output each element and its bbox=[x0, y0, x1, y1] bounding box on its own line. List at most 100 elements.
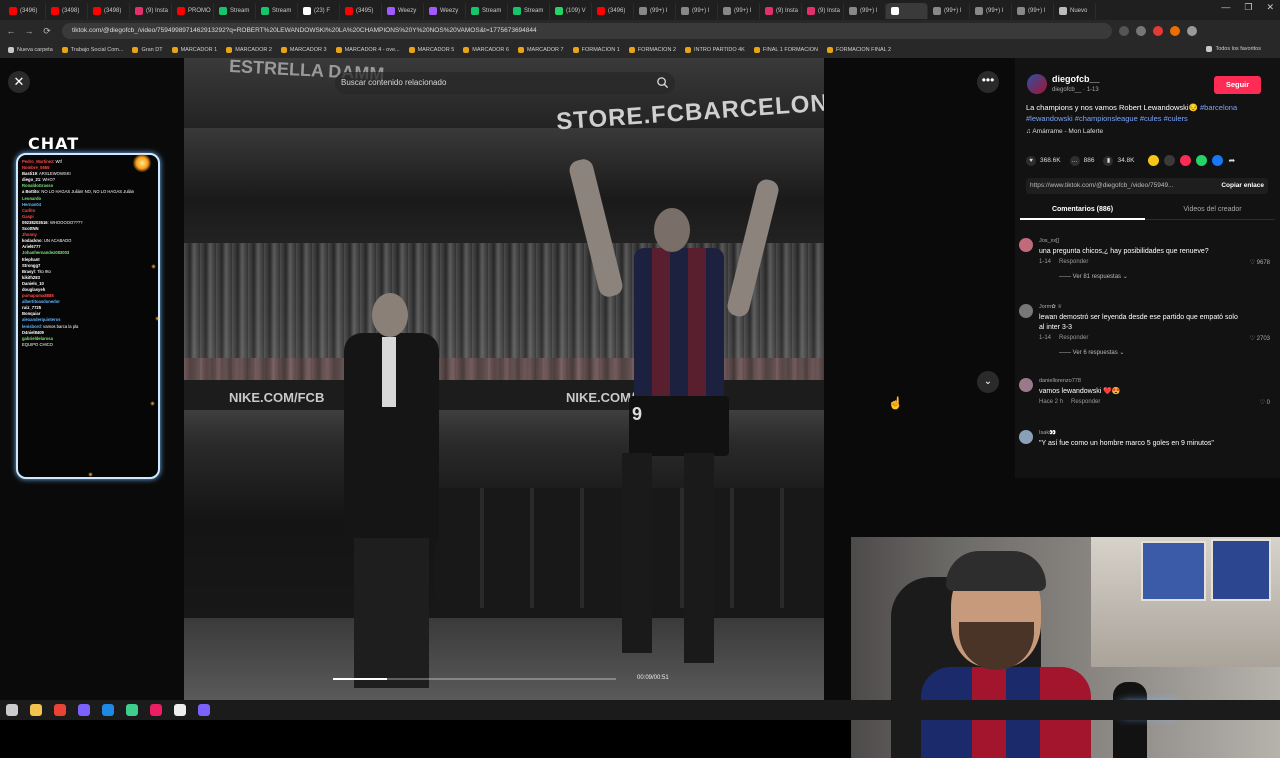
bookmark-item[interactable]: MARCADOR 7 bbox=[517, 47, 564, 53]
browser-tab[interactable] bbox=[886, 3, 928, 19]
comment-like-button[interactable]: ♡ 9678 bbox=[1250, 259, 1270, 266]
bookmark-item[interactable]: MARCADOR 3 bbox=[280, 47, 327, 53]
browser-tab[interactable]: (99+) I bbox=[970, 3, 1012, 19]
bookmark-star-icon[interactable] bbox=[1136, 26, 1146, 36]
bookmark-item[interactable]: Nueva carpeta bbox=[8, 47, 53, 53]
browser-tab[interactable]: Weezy bbox=[382, 3, 424, 19]
browser-tab[interactable]: Stream bbox=[256, 3, 298, 19]
browser-tab[interactable]: (3498) bbox=[46, 3, 88, 19]
bookmark-item[interactable]: MARCADOR 6 bbox=[463, 47, 509, 53]
related-search-input[interactable]: Buscar contenido relacionado bbox=[335, 72, 675, 94]
share-friends-icon[interactable] bbox=[1148, 155, 1160, 166]
whatsapp-icon[interactable] bbox=[1196, 155, 1208, 166]
minimize-icon[interactable]: — bbox=[1221, 2, 1230, 13]
commenter-avatar[interactable] bbox=[1019, 378, 1033, 392]
tab-creator-videos[interactable]: Videos del creador bbox=[1150, 200, 1275, 220]
browser-tab[interactable]: Stream bbox=[508, 3, 550, 19]
reply-button[interactable]: Responder bbox=[1059, 259, 1088, 265]
browser-tab[interactable]: (9) Insta bbox=[760, 3, 802, 19]
browser-tab[interactable]: Weezy bbox=[424, 3, 466, 19]
copy-link-button[interactable]: Copiar enlace bbox=[1221, 178, 1264, 194]
browser-tab[interactable]: (99+) I bbox=[844, 3, 886, 19]
back-icon[interactable]: ← bbox=[4, 26, 18, 36]
embed-icon[interactable] bbox=[1164, 155, 1176, 166]
browser-tab[interactable]: (3498) bbox=[88, 3, 130, 19]
browser-tab[interactable]: (99+) I bbox=[1012, 3, 1054, 19]
forward-icon[interactable]: → bbox=[22, 26, 36, 36]
browser-tab[interactable]: Stream bbox=[214, 3, 256, 19]
browser-tab[interactable]: Nuevo bbox=[1054, 3, 1096, 19]
bookmark-item[interactable]: INTRO PARTIDO 4K bbox=[685, 47, 745, 53]
bookmark-item[interactable]: Trabajo Social Com... bbox=[61, 47, 123, 53]
creator-username[interactable]: diegofcb__ bbox=[1052, 74, 1100, 84]
browser-tab[interactable]: (3496) bbox=[4, 3, 46, 19]
maximize-icon[interactable]: ❐ bbox=[1244, 2, 1252, 13]
commenter-username[interactable]: Isak👀 bbox=[1039, 430, 1056, 436]
taskbar-app-icon[interactable] bbox=[30, 704, 42, 716]
reload-icon[interactable]: ⟳ bbox=[40, 26, 54, 37]
reply-button[interactable]: Responder bbox=[1059, 335, 1088, 341]
taskbar-app-icon[interactable] bbox=[6, 704, 18, 716]
commenter-username[interactable]: Jorm✿ ♕ bbox=[1039, 304, 1062, 310]
browser-tab[interactable]: (9) Insta bbox=[802, 3, 844, 19]
taskbar-app-icon[interactable] bbox=[126, 704, 138, 716]
music-link[interactable]: ♫ Amárrame - Mon Laferte bbox=[1026, 128, 1103, 135]
commenter-avatar[interactable] bbox=[1019, 304, 1033, 318]
extension-icon[interactable] bbox=[1119, 26, 1129, 36]
save-button[interactable]: ▮ 34.8K bbox=[1103, 155, 1134, 166]
taskbar-app-icon[interactable] bbox=[102, 704, 114, 716]
bookmark-item[interactable]: FORMACION 1 bbox=[572, 47, 620, 53]
commenter-username[interactable]: daniellorenzo778 bbox=[1039, 378, 1081, 384]
browser-tab[interactable]: (109) V bbox=[550, 3, 592, 19]
bookmark-item[interactable]: MARCADOR 1 bbox=[171, 47, 217, 53]
browser-tab[interactable]: Stream bbox=[466, 3, 508, 19]
browser-tab[interactable]: (9) Insta bbox=[130, 3, 172, 19]
taskbar-app-icon[interactable] bbox=[54, 704, 66, 716]
comment-button[interactable]: … 886 bbox=[1069, 155, 1094, 166]
address-bar[interactable]: tiktok.com/@diegofcb_/video/759499897146… bbox=[62, 23, 1112, 39]
bookmark-item[interactable]: Gran DT bbox=[132, 47, 163, 53]
taskbar-app-icon[interactable] bbox=[174, 704, 186, 716]
next-video-button[interactable]: ⌄ bbox=[977, 371, 999, 393]
bookmark-item[interactable]: MARCADOR 4 - ove... bbox=[335, 47, 400, 53]
bookmark-item[interactable]: FINAL 1 FORMACION bbox=[753, 47, 818, 53]
video-player[interactable]: ESTRELLA DAMM STORE.FCBARCELONA.COM NIKE… bbox=[184, 58, 824, 700]
commenter-avatar[interactable] bbox=[1019, 430, 1033, 444]
more-options-button[interactable]: ••• bbox=[977, 71, 999, 93]
profile-avatar[interactable] bbox=[1187, 26, 1197, 36]
reply-button[interactable]: Responder bbox=[1071, 399, 1100, 405]
comment-like-button[interactable]: ♡ 2703 bbox=[1250, 335, 1270, 342]
browser-tab[interactable]: (99+) I bbox=[928, 3, 970, 19]
view-replies-button[interactable]: —— Ver 6 respuestas ⌄ bbox=[1059, 349, 1124, 356]
extension-icon[interactable] bbox=[1170, 26, 1180, 36]
browser-tab[interactable]: (23) F bbox=[298, 3, 340, 19]
facebook-icon[interactable] bbox=[1212, 155, 1224, 166]
browser-tab[interactable]: (3496) bbox=[592, 3, 634, 19]
browser-tab[interactable]: (99+) I bbox=[676, 3, 718, 19]
share-arrow-icon[interactable]: ➦ bbox=[1228, 156, 1235, 165]
tab-comments[interactable]: Comentarios (886) bbox=[1020, 200, 1145, 220]
like-button[interactable]: ♥ 368.6K bbox=[1026, 155, 1061, 166]
close-window-icon[interactable]: ✕ bbox=[1266, 2, 1274, 13]
commenter-username[interactable]: Jos_xx[] bbox=[1039, 238, 1059, 244]
post-link[interactable]: https://www.tiktok.com/@diegofcb_/video/… bbox=[1026, 178, 1268, 194]
creator-avatar[interactable] bbox=[1027, 74, 1047, 94]
extension-icon[interactable] bbox=[1153, 26, 1163, 36]
taskbar-app-icon[interactable] bbox=[150, 704, 162, 716]
browser-tab[interactable]: (3495) bbox=[340, 3, 382, 19]
bookmark-item[interactable]: MARCADOR 2 bbox=[226, 47, 272, 53]
taskbar-app-icon[interactable] bbox=[78, 704, 90, 716]
browser-tab[interactable]: (99+) I bbox=[634, 3, 676, 19]
search-icon[interactable] bbox=[656, 76, 669, 89]
video-progress-bar[interactable] bbox=[333, 678, 616, 680]
follow-button[interactable]: Seguir bbox=[1214, 76, 1261, 94]
all-bookmarks[interactable]: Todos los favoritos bbox=[1206, 46, 1261, 52]
bookmark-item[interactable]: MARCADOR 5 bbox=[408, 47, 454, 53]
browser-tab[interactable]: PROMO bbox=[172, 3, 214, 19]
bookmark-item[interactable]: FORMACION FINAL 2 bbox=[826, 47, 891, 53]
bookmark-item[interactable]: FORMACION 2 bbox=[628, 47, 676, 53]
send-icon[interactable] bbox=[1180, 155, 1192, 166]
taskbar-app-icon[interactable] bbox=[198, 704, 210, 716]
close-video-button[interactable]: ✕ bbox=[8, 71, 30, 93]
commenter-avatar[interactable] bbox=[1019, 238, 1033, 252]
